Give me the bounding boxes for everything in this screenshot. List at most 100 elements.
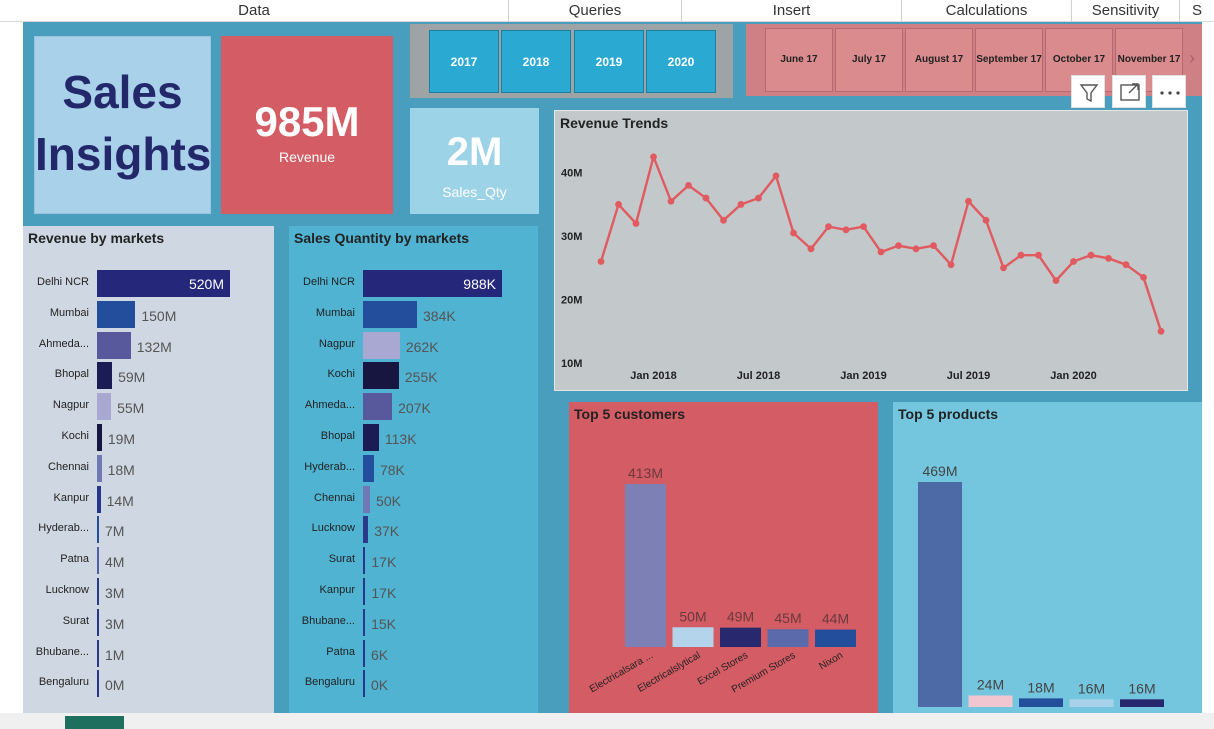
bar[interactable] (97, 516, 99, 544)
bar[interactable] (363, 424, 379, 451)
data-label: 3M (105, 615, 125, 632)
bar[interactable] (363, 547, 366, 575)
category-label: Lucknow (45, 584, 89, 596)
data-label: 132M (136, 338, 172, 355)
bar[interactable] (363, 608, 366, 636)
filter-icon[interactable] (1071, 75, 1105, 108)
bar[interactable] (363, 393, 393, 421)
bar[interactable] (363, 578, 366, 605)
month-label: October 17 (1052, 54, 1106, 65)
bar[interactable] (363, 454, 374, 482)
data-label: 113K (384, 431, 417, 447)
data-label: 50M (679, 608, 706, 624)
month-button-july[interactable]: July 17 (835, 28, 903, 92)
data-point (965, 197, 972, 205)
category-label: Hyderab... (304, 460, 355, 473)
column-bar (767, 629, 809, 647)
top-customers-visual[interactable]: Top 5 customers 413M Electricalsara ... 50… (569, 402, 878, 713)
revenue-line (599, 153, 1163, 332)
bar[interactable] (97, 393, 112, 421)
month-button-august[interactable]: August 17 (905, 28, 973, 92)
year-button-2017[interactable]: 2017 (429, 30, 499, 93)
bar[interactable] (97, 547, 99, 575)
data-point (930, 242, 937, 250)
year-button-2020[interactable]: 2020 (646, 30, 716, 93)
month-button-june[interactable]: June 17 (765, 28, 833, 92)
data-label: 262K (405, 338, 439, 355)
bar[interactable] (97, 454, 102, 482)
bar[interactable] (97, 485, 101, 513)
top-customers-chart: 413MElectricalsara ...50MElectricalslyti… (588, 465, 856, 695)
category-label: Nagpur (52, 399, 89, 412)
year-button-2018[interactable]: 2018 (501, 30, 571, 93)
ribbon-tab-sensitivity[interactable]: Sensitivity (1072, 0, 1180, 22)
ribbon-tab-queries[interactable]: Queries (509, 0, 682, 22)
bar[interactable] (363, 516, 369, 544)
data-label: 18M (107, 461, 135, 478)
ribbon-tab-data[interactable]: Data (0, 0, 509, 22)
category-label: Bengaluru (38, 676, 89, 689)
column-bar (625, 484, 666, 647)
category-label: Kochi (61, 430, 89, 442)
category-label: Kochi (327, 368, 355, 381)
y-tick-label: 10M (561, 358, 582, 370)
data-label: 16M (1078, 680, 1105, 696)
category-label: Nagpur (318, 337, 355, 350)
data-label: 3M (105, 585, 125, 601)
bar[interactable] (363, 331, 400, 359)
category-label: Kanpur (53, 491, 89, 504)
bar[interactable] (97, 362, 113, 390)
category-label: Mumbai (49, 306, 89, 319)
bar[interactable] (97, 639, 99, 667)
revenue-trends-visual[interactable]: Revenue Trends 10M 20M 30M 40M Jan 2018 Jul 2… (554, 110, 1188, 391)
year-slicer: 2017 2018 2019 2020 (410, 24, 733, 98)
data-point (667, 197, 675, 205)
bar[interactable] (97, 331, 131, 359)
bar[interactable] (97, 670, 99, 698)
data-point (860, 223, 867, 231)
category-label: Bhopal (320, 430, 355, 442)
top-products-visual[interactable]: Top 5 products 469M(Blank)24MProd04018MP… (893, 402, 1202, 713)
column-bar (968, 695, 1013, 707)
data-point (1052, 277, 1060, 284)
sales-qty-card[interactable]: 2M Sales_Qty (410, 108, 539, 214)
ribbon-tab-calculations[interactable]: Calculations (902, 0, 1072, 22)
bar[interactable] (97, 424, 102, 451)
column-bar (815, 629, 856, 647)
more-options-icon[interactable] (1152, 75, 1186, 108)
revenue-by-markets-visual[interactable]: Revenue by markets Delhi NCR 520M Mumbai 15… (23, 226, 274, 713)
ribbon-tabs: Data Queries Insert Calculations Sensiti… (0, 0, 1214, 22)
month-label: November 17 (1117, 54, 1181, 65)
revenue-card[interactable]: 985M Revenue (221, 36, 393, 214)
month-button-september[interactable]: September 17 (975, 28, 1043, 92)
bar[interactable] (363, 300, 418, 328)
bar[interactable] (363, 670, 365, 698)
bar[interactable] (97, 608, 99, 636)
bar[interactable] (97, 300, 136, 328)
page-tabs-bar (0, 713, 1214, 729)
data-label: 4M (105, 554, 125, 571)
data-point (615, 201, 622, 208)
data-label: 14M (106, 492, 134, 509)
year-button-2019[interactable]: 2019 (574, 30, 644, 93)
data-point (597, 258, 605, 265)
sales-qty-by-markets-visual[interactable]: Sales Quantity by markets Delhi NCR 988K M… (289, 226, 538, 713)
data-point (632, 220, 640, 227)
bar[interactable] (363, 485, 371, 513)
data-label: 78K (379, 461, 405, 478)
focus-mode-icon[interactable] (1112, 75, 1146, 108)
bar[interactable] (363, 362, 399, 390)
bar[interactable] (363, 639, 365, 667)
ribbon-tab-share[interactable]: S (1180, 0, 1214, 22)
page-tab-active[interactable] (65, 716, 124, 729)
sales-qty-label: Sales_Qty (442, 184, 507, 200)
column-bar (1019, 698, 1063, 707)
bar[interactable] (97, 578, 99, 605)
data-label: 17K (371, 585, 397, 601)
chevron-right-icon[interactable]: › (1189, 48, 1195, 69)
column-bar (1069, 699, 1114, 707)
category-label: Delhi NCR (37, 276, 89, 288)
category-label: Nixon (817, 650, 845, 672)
data-label: 469M (922, 463, 957, 479)
ribbon-tab-insert[interactable]: Insert (682, 0, 902, 22)
